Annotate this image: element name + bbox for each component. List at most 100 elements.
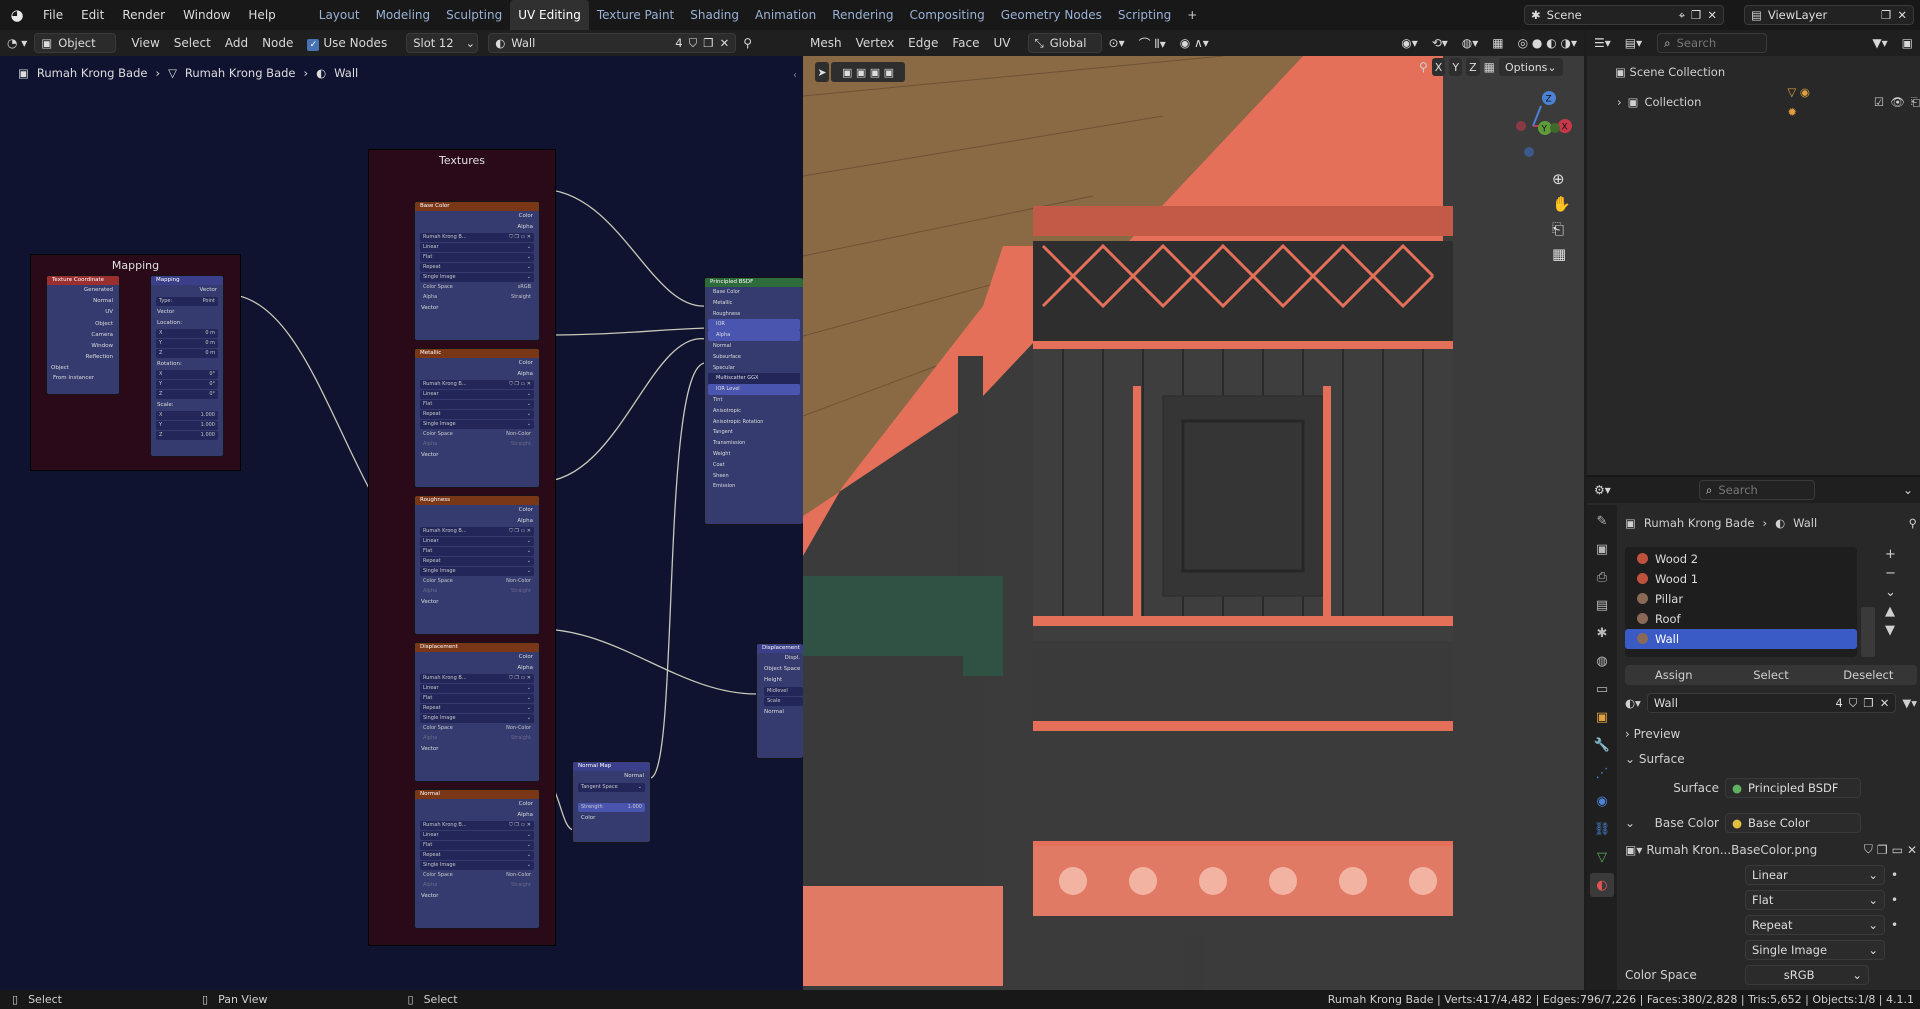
menu-window[interactable]: Window <box>174 0 239 30</box>
image-actions-icon[interactable]: ⛉ ❐ ▭ ✕ <box>509 233 531 242</box>
tab-shading[interactable]: Shading <box>682 0 747 30</box>
alpha-mode-row[interactable]: Alpha Straight <box>420 734 534 743</box>
image-datablock-field[interactable]: Rumah Krong B... ⛉ ❐ ▭ ✕ <box>420 821 534 831</box>
view-layer-tab-icon[interactable]: ▤ <box>1590 593 1614 617</box>
chevron-down-icon[interactable]: ⌄ <box>1885 585 1896 600</box>
physics-tab-icon[interactable]: ◉ <box>1590 789 1614 813</box>
surface-panel-header[interactable]: ⌄ Surface <box>1625 746 1917 771</box>
image-actions-icon[interactable]: ⛉ ❐ ▭ ✕ <box>509 380 531 389</box>
transform-orientation-dropdown[interactable]: ⤡ Global <box>1027 33 1102 53</box>
select-box-modes[interactable]: ▣ ▣ ▣ ▣ <box>831 62 905 82</box>
mapping-node[interactable]: Mapping Vector Type: Point Vector Locatio… <box>150 275 224 457</box>
move-down-icon[interactable]: ▼ <box>1885 623 1896 638</box>
shield-icon[interactable]: ⛉ <box>1849 696 1858 711</box>
outliner[interactable]: ☰▾ ▤▾ ⌕ Search ▼▾ ▣ ▣ Scene Collection › … <box>1587 30 1920 475</box>
image-texture-node[interactable]: Normal Color Alpha Rumah Krong B... ⛉ ❐ ▭ ✕ L… <box>414 789 540 929</box>
viewlayer-selector[interactable]: ▤ ViewLayer ❐ ✕ <box>1744 5 1914 25</box>
alpha-mode-row[interactable]: Alpha Straight <box>420 440 534 449</box>
material-sphere-icon[interactable]: ◐▾ <box>1625 696 1641 710</box>
shield-icon[interactable]: ⛉ <box>689 36 698 51</box>
filter-icon[interactable]: ▼▾ <box>1865 36 1894 50</box>
image-icon[interactable]: ▣▾ <box>1625 843 1642 857</box>
from-instancer-checkbox[interactable]: From Instancer <box>47 374 119 383</box>
deselect-button[interactable]: Deselect <box>1820 665 1917 685</box>
bsdf-input-row[interactable]: Subsurface <box>705 352 803 363</box>
data-tab-icon[interactable]: ▽ <box>1590 845 1614 869</box>
duplicate-icon[interactable]: ❐ <box>1877 843 1888 857</box>
normal-map-node[interactable]: Normal Map Normal Tangent Space ⌄ Strengt… <box>572 761 651 843</box>
uv-sync-icon[interactable]: ▦ <box>1484 60 1495 74</box>
alpha-mode-row[interactable]: Alpha Straight <box>420 587 534 596</box>
breadcrumb-object[interactable]: Rumah Krong Bade <box>37 66 148 80</box>
chevron-down-icon[interactable]: ⌄ <box>1625 816 1641 830</box>
eye-icon[interactable]: 👁 <box>1890 92 1905 112</box>
select-button[interactable]: Select <box>1722 665 1819 685</box>
mirror-z-toggle[interactable]: Z <box>1466 58 1480 76</box>
breadcrumb-mesh[interactable]: Rumah Krong Bade <box>185 66 296 80</box>
material-selector[interactable]: ◐ Wall 4 ⛉ ❐ ✕ <box>488 33 737 53</box>
pin-icon[interactable]: ⚲ <box>1909 516 1917 530</box>
tab-rendering[interactable]: Rendering <box>824 0 901 30</box>
rotation-z-field[interactable]: Z 0° <box>156 390 218 399</box>
rotation-x-field[interactable]: X 0° <box>156 370 218 379</box>
select-mode-buttons[interactable]: ➤ ▣ ▣ ▣ ▣ <box>815 62 905 82</box>
menu-add[interactable]: Add <box>218 36 255 50</box>
scene-collection-row[interactable]: ▣ Scene Collection <box>1615 62 1920 82</box>
bsdf-input-row[interactable]: Emission <box>705 481 803 492</box>
world-tab-icon[interactable]: ◍ <box>1590 649 1614 673</box>
keyframe-dot-icon[interactable]: • <box>1891 893 1898 907</box>
interp-dropdown[interactable]: Linear ⌄ <box>420 390 534 400</box>
chevron-down-icon[interactable]: ⌄ <box>1896 483 1920 497</box>
proportional-edit-icon[interactable]: ◉ ∧▾ <box>1173 36 1216 50</box>
breadcrumb-material[interactable]: Wall <box>334 66 358 80</box>
render-tab-icon[interactable]: ▣ <box>1590 537 1614 561</box>
bsdf-input-row[interactable]: Metallic <box>705 298 803 309</box>
tab-uv-editing[interactable]: UV Editing <box>510 0 589 30</box>
image-texture-node[interactable]: Base Color Color Alpha Rumah Krong B... ⛉ ❐ … <box>414 201 540 341</box>
src-dropdown[interactable]: Single Image ⌄ <box>420 273 534 283</box>
output-tab-icon[interactable]: ⎙ <box>1590 565 1614 589</box>
editor-type-icon[interactable]: ☰▾ <box>1587 36 1618 50</box>
tab-geometry-nodes[interactable]: Geometry Nodes <box>993 0 1110 30</box>
extension-dropdown[interactable]: Repeat ⌄ <box>1745 914 1885 935</box>
bsdf-input-row[interactable]: Sheen <box>705 471 803 482</box>
duplicate-icon[interactable]: ❐ <box>1863 696 1873 710</box>
constraints-tab-icon[interactable]: ⛓ <box>1590 817 1614 841</box>
scene-selector[interactable]: ✱ Scene ⌖ ❐ ✕ <box>1524 5 1724 25</box>
source-dropdown[interactable]: Single Image ⌄ <box>1745 939 1885 960</box>
material-tab-icon[interactable]: ◐ <box>1590 873 1614 897</box>
scene-tab-icon[interactable]: ✱ <box>1590 621 1614 645</box>
mirror-x-toggle[interactable]: X <box>1431 58 1446 76</box>
image-datablock-field[interactable]: Rumah Krong B... ⛉ ❐ ▭ ✕ <box>420 380 534 390</box>
image-actions-icon[interactable]: ⛉ ❐ ▭ ✕ <box>509 821 531 830</box>
particles-tab-icon[interactable]: ⋰ <box>1590 761 1614 785</box>
tab-modeling[interactable]: Modeling <box>368 0 439 30</box>
snap-icon[interactable]: ⌒ ⦀▾ <box>1132 35 1173 52</box>
proj-dropdown[interactable]: Flat ⌄ <box>420 400 534 410</box>
menu-vertex[interactable]: Vertex <box>849 36 902 50</box>
material-slot-item[interactable]: Pillar <box>1625 589 1857 609</box>
hand-icon[interactable]: ✋ <box>1552 195 1571 213</box>
cursor-icon[interactable]: ➤ <box>815 62 829 82</box>
editor-type-icon[interactable]: ⚙▾ <box>1587 483 1618 497</box>
proj-dropdown[interactable]: Flat ⌄ <box>420 253 534 263</box>
unlink-icon[interactable]: ✕ <box>1907 843 1917 857</box>
strength-field[interactable]: Strength 1.000 <box>578 803 645 812</box>
unlink-icon[interactable]: ✕ <box>720 36 730 50</box>
shield-icon[interactable]: ⛉ <box>1864 842 1873 857</box>
image-texture-node[interactable]: Displacement Color Alpha Rumah Krong B... ⛉ … <box>414 642 540 782</box>
tab-texture-paint[interactable]: Texture Paint <box>589 0 682 30</box>
collection-row[interactable]: › ▣ Collection ▽ ◉ ✹ ☑ 👁 ⎗ <box>1615 82 1920 122</box>
checkbox-icon[interactable]: ☑ <box>1874 92 1884 112</box>
bsdf-input-row[interactable]: Base Color <box>705 287 803 298</box>
menu-mesh[interactable]: Mesh <box>803 36 849 50</box>
location-x-field[interactable]: X0 m <box>156 329 218 338</box>
mapping-type-dropdown[interactable]: Type: Point <box>156 297 218 306</box>
image-datablock-field[interactable]: Rumah Krong B... ⛉ ❐ ▭ ✕ <box>420 233 534 243</box>
bsdf-input-row[interactable]: Weight <box>705 449 803 460</box>
space-dropdown[interactable]: Object Space <box>764 664 803 675</box>
navigation-gizmo[interactable]: X Z Y <box>1493 86 1573 166</box>
search-input[interactable]: ⌕ Search <box>1698 480 1815 500</box>
bsdf-input-row[interactable]: IOR Level <box>708 384 800 395</box>
bsdf-input-row[interactable]: Anisotropic <box>705 406 803 417</box>
